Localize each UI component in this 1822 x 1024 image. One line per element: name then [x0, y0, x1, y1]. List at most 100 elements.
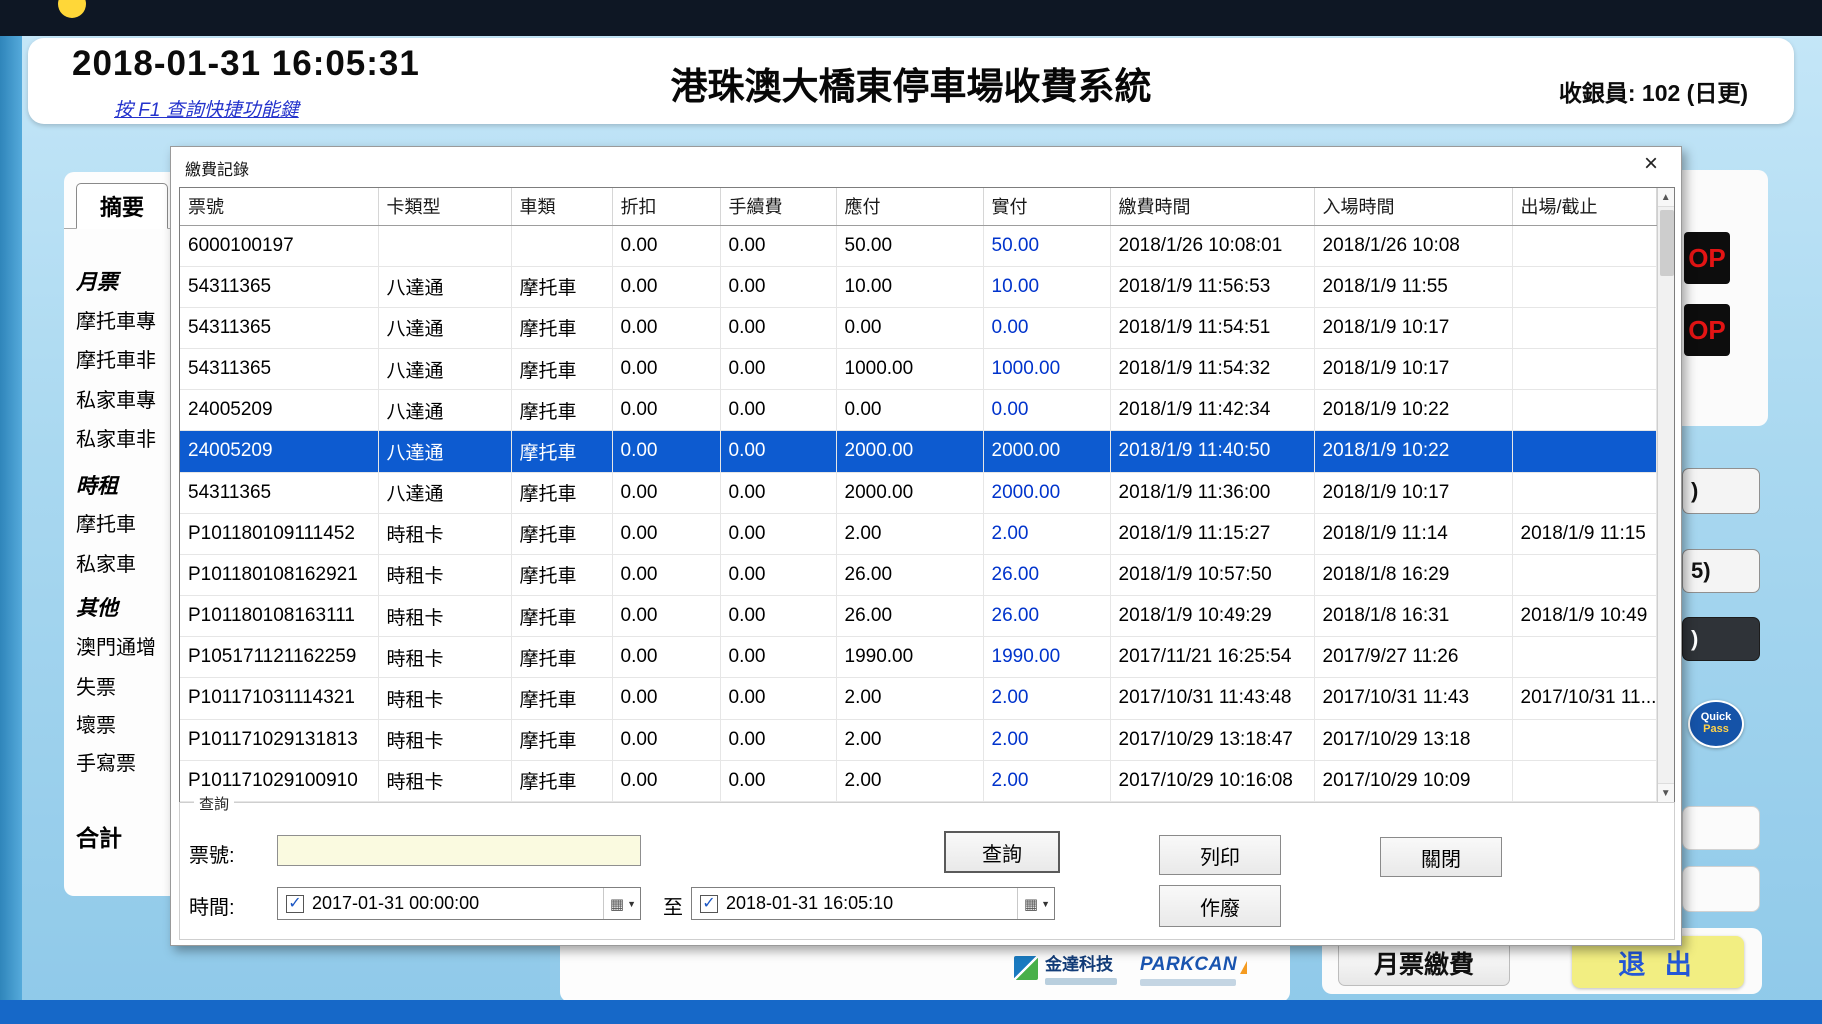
quickpass-logo: Quick Pass: [1688, 700, 1744, 748]
table-cell: [1512, 266, 1656, 307]
table-cell: 摩托車: [511, 678, 612, 719]
time-label: 時間:: [189, 891, 235, 920]
date-to-picker[interactable]: ✓ 2018-01-31 16:05:10 ▦ ▼: [691, 887, 1055, 920]
table-row[interactable]: 54311365八達通摩托車0.000.001000.001000.002018…: [180, 349, 1656, 390]
partial-count-button-dark[interactable]: ): [1682, 617, 1760, 661]
table-cell: 0.00: [612, 678, 720, 719]
dialog-titlebar[interactable]: 繳費記錄 ×: [171, 147, 1681, 183]
table-cell: 2000.00: [983, 472, 1110, 513]
vertical-scrollbar[interactable]: ▲ ▼: [1657, 188, 1675, 802]
ticket-number-input[interactable]: [277, 835, 641, 866]
column-header[interactable]: 票號: [180, 188, 378, 225]
table-cell: 2.00: [983, 513, 1110, 554]
table-row[interactable]: P105171121162259時租卡摩托車0.000.001990.00199…: [180, 637, 1656, 678]
table-row[interactable]: P101180108163111時租卡摩托車0.000.0026.0026.00…: [180, 596, 1656, 637]
table-row[interactable]: P101171029131813時租卡摩托車0.000.002.002.0020…: [180, 719, 1656, 760]
table-cell: 1990.00: [983, 637, 1110, 678]
search-button[interactable]: 查詢: [944, 831, 1060, 873]
left-edge-stripe: [0, 36, 22, 1024]
cashier-label: 收銀員: 102 (日更): [1559, 74, 1748, 108]
column-header[interactable]: 手續費: [720, 188, 836, 225]
table-cell: 26.00: [983, 554, 1110, 595]
table-cell: 0.00: [612, 637, 720, 678]
column-header[interactable]: 繳費時間: [1110, 188, 1314, 225]
table-cell: 八達通: [378, 431, 511, 472]
partial-button[interactable]: [1682, 866, 1760, 912]
scrollbar-thumb[interactable]: [1660, 210, 1674, 276]
table-cell: 八達通: [378, 307, 511, 348]
sidebar-item: 私家車: [76, 548, 136, 577]
table-cell: 2018/1/9 11:54:51: [1110, 307, 1314, 348]
records-table-container: 票號卡類型車類折扣手續費應付實付繳費時間入場時間出場/截止 6000100197…: [179, 187, 1675, 803]
top-strip: [0, 0, 1822, 36]
date-to-checkbox[interactable]: ✓: [700, 895, 718, 913]
partial-count-button[interactable]: 5): [1682, 549, 1760, 593]
table-cell: 時租卡: [378, 596, 511, 637]
table-cell: 2018/1/9 10:17: [1314, 472, 1512, 513]
table-cell: P101171029131813: [180, 719, 378, 760]
column-header[interactable]: 入場時間: [1314, 188, 1512, 225]
table-cell: [1512, 431, 1656, 472]
table-cell: 24005209: [180, 390, 378, 431]
partial-count-button[interactable]: ): [1682, 468, 1760, 514]
jinda-vendor-logo: 金達科技: [1014, 950, 1117, 985]
parkcan-logo-wedge-icon: [1240, 961, 1247, 974]
void-button[interactable]: 作廢: [1159, 885, 1281, 927]
sidebar-item: 摩托車: [76, 508, 136, 537]
dialog-title: 繳費記錄: [185, 156, 249, 180]
table-cell: 八達通: [378, 266, 511, 307]
table-row[interactable]: P101180108162921時租卡摩托車0.000.0026.0026.00…: [180, 554, 1656, 595]
table-cell: [1512, 554, 1656, 595]
table-row[interactable]: 54311365八達通摩托車0.000.002000.002000.002018…: [180, 472, 1656, 513]
sidebar-item: 月票: [76, 266, 118, 296]
date-from-picker[interactable]: ✓ 2017-01-31 00:00:00 ▦ ▼: [277, 887, 641, 920]
table-row[interactable]: 54311365八達通摩托車0.000.0010.0010.002018/1/9…: [180, 266, 1656, 307]
close-button[interactable]: 關閉: [1380, 837, 1502, 877]
table-cell: 0.00: [612, 390, 720, 431]
sidebar-item: 合計: [76, 819, 122, 853]
table-cell: 0.00: [983, 307, 1110, 348]
scroll-down-icon[interactable]: ▼: [1658, 783, 1675, 802]
table-cell: 0.00: [612, 554, 720, 595]
date-from-dropdown[interactable]: ▦ ▼: [603, 888, 636, 919]
table-cell: 2018/1/26 10:08:01: [1110, 225, 1314, 266]
close-icon[interactable]: ×: [1637, 150, 1665, 178]
partial-button[interactable]: [1682, 806, 1760, 850]
monthly-ticket-payment-button[interactable]: 月票繳費: [1338, 940, 1510, 986]
column-header[interactable]: 折扣: [612, 188, 720, 225]
table-cell: P101171031114321: [180, 678, 378, 719]
stop-button[interactable]: OP: [1684, 304, 1730, 356]
table-cell: P101180108162921: [180, 554, 378, 595]
date-from-checkbox[interactable]: ✓: [286, 895, 304, 913]
table-row[interactable]: P101171031114321時租卡摩托車0.000.002.002.0020…: [180, 678, 1656, 719]
table-row[interactable]: 60001001970.000.0050.0050.002018/1/26 10…: [180, 225, 1656, 266]
date-to-dropdown[interactable]: ▦ ▼: [1017, 888, 1050, 919]
table-cell: 0.00: [983, 390, 1110, 431]
table-cell: 0.00: [720, 472, 836, 513]
table-cell: 2018/1/26 10:08: [1314, 225, 1512, 266]
column-header[interactable]: 車類: [511, 188, 612, 225]
table-row[interactable]: 24005209八達通摩托車0.000.002000.002000.002018…: [180, 431, 1656, 472]
stop-button-label: OP: [1688, 243, 1726, 274]
sidebar-item: 手寫票: [76, 747, 136, 776]
print-button[interactable]: 列印: [1159, 835, 1281, 875]
table-cell: 10.00: [836, 266, 983, 307]
table-cell: 1000.00: [836, 349, 983, 390]
table-cell: 時租卡: [378, 760, 511, 801]
table-cell: [1512, 390, 1656, 431]
column-header[interactable]: 實付: [983, 188, 1110, 225]
table-row[interactable]: P101171029100910時租卡摩托車0.000.002.002.0020…: [180, 760, 1656, 801]
table-row[interactable]: P101180109111452時租卡摩托車0.000.002.002.0020…: [180, 513, 1656, 554]
column-header[interactable]: 卡類型: [378, 188, 511, 225]
scroll-up-icon[interactable]: ▲: [1658, 188, 1675, 207]
tab-summary[interactable]: 摘要: [76, 183, 168, 229]
column-header[interactable]: 出場/截止: [1512, 188, 1656, 225]
table-cell: 摩托車: [511, 760, 612, 801]
table-row[interactable]: 24005209八達通摩托車0.000.000.000.002018/1/9 1…: [180, 390, 1656, 431]
column-header[interactable]: 應付: [836, 188, 983, 225]
stop-button[interactable]: OP: [1684, 232, 1730, 284]
sidebar-item: 摩托車非: [76, 344, 156, 373]
table-cell: 時租卡: [378, 513, 511, 554]
table-row[interactable]: 54311365八達通摩托車0.000.000.000.002018/1/9 1…: [180, 307, 1656, 348]
parkcan-logo-text: PARKCAN: [1140, 954, 1237, 976]
